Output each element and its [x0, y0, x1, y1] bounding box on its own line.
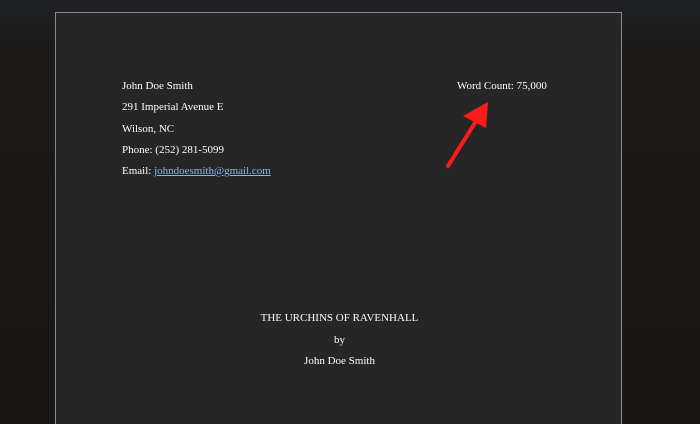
author-address: 291 Imperial Avenue E	[122, 101, 224, 113]
author-phone: Phone: (252) 281-5099	[122, 144, 225, 156]
email-label: Email:	[122, 165, 155, 177]
book-title: THE URCHINS OF RAVENHALL	[260, 312, 419, 324]
document-page[interactable]: John Doe Smith 291 Imperial Avenue E Wil…	[55, 12, 622, 424]
word-count: Word Count: 75,000	[457, 80, 547, 92]
by-line: by	[334, 334, 345, 346]
author-email-line: Email: johndoesmith@gmail.com	[122, 165, 271, 178]
email-link[interactable]: johndoesmith@gmail.com	[154, 165, 271, 177]
red-arrow-icon	[446, 102, 488, 168]
title-author-name: John Doe Smith	[304, 355, 375, 367]
author-city: Wilson, NC	[122, 123, 175, 135]
author-name: John Doe Smith	[122, 80, 193, 92]
